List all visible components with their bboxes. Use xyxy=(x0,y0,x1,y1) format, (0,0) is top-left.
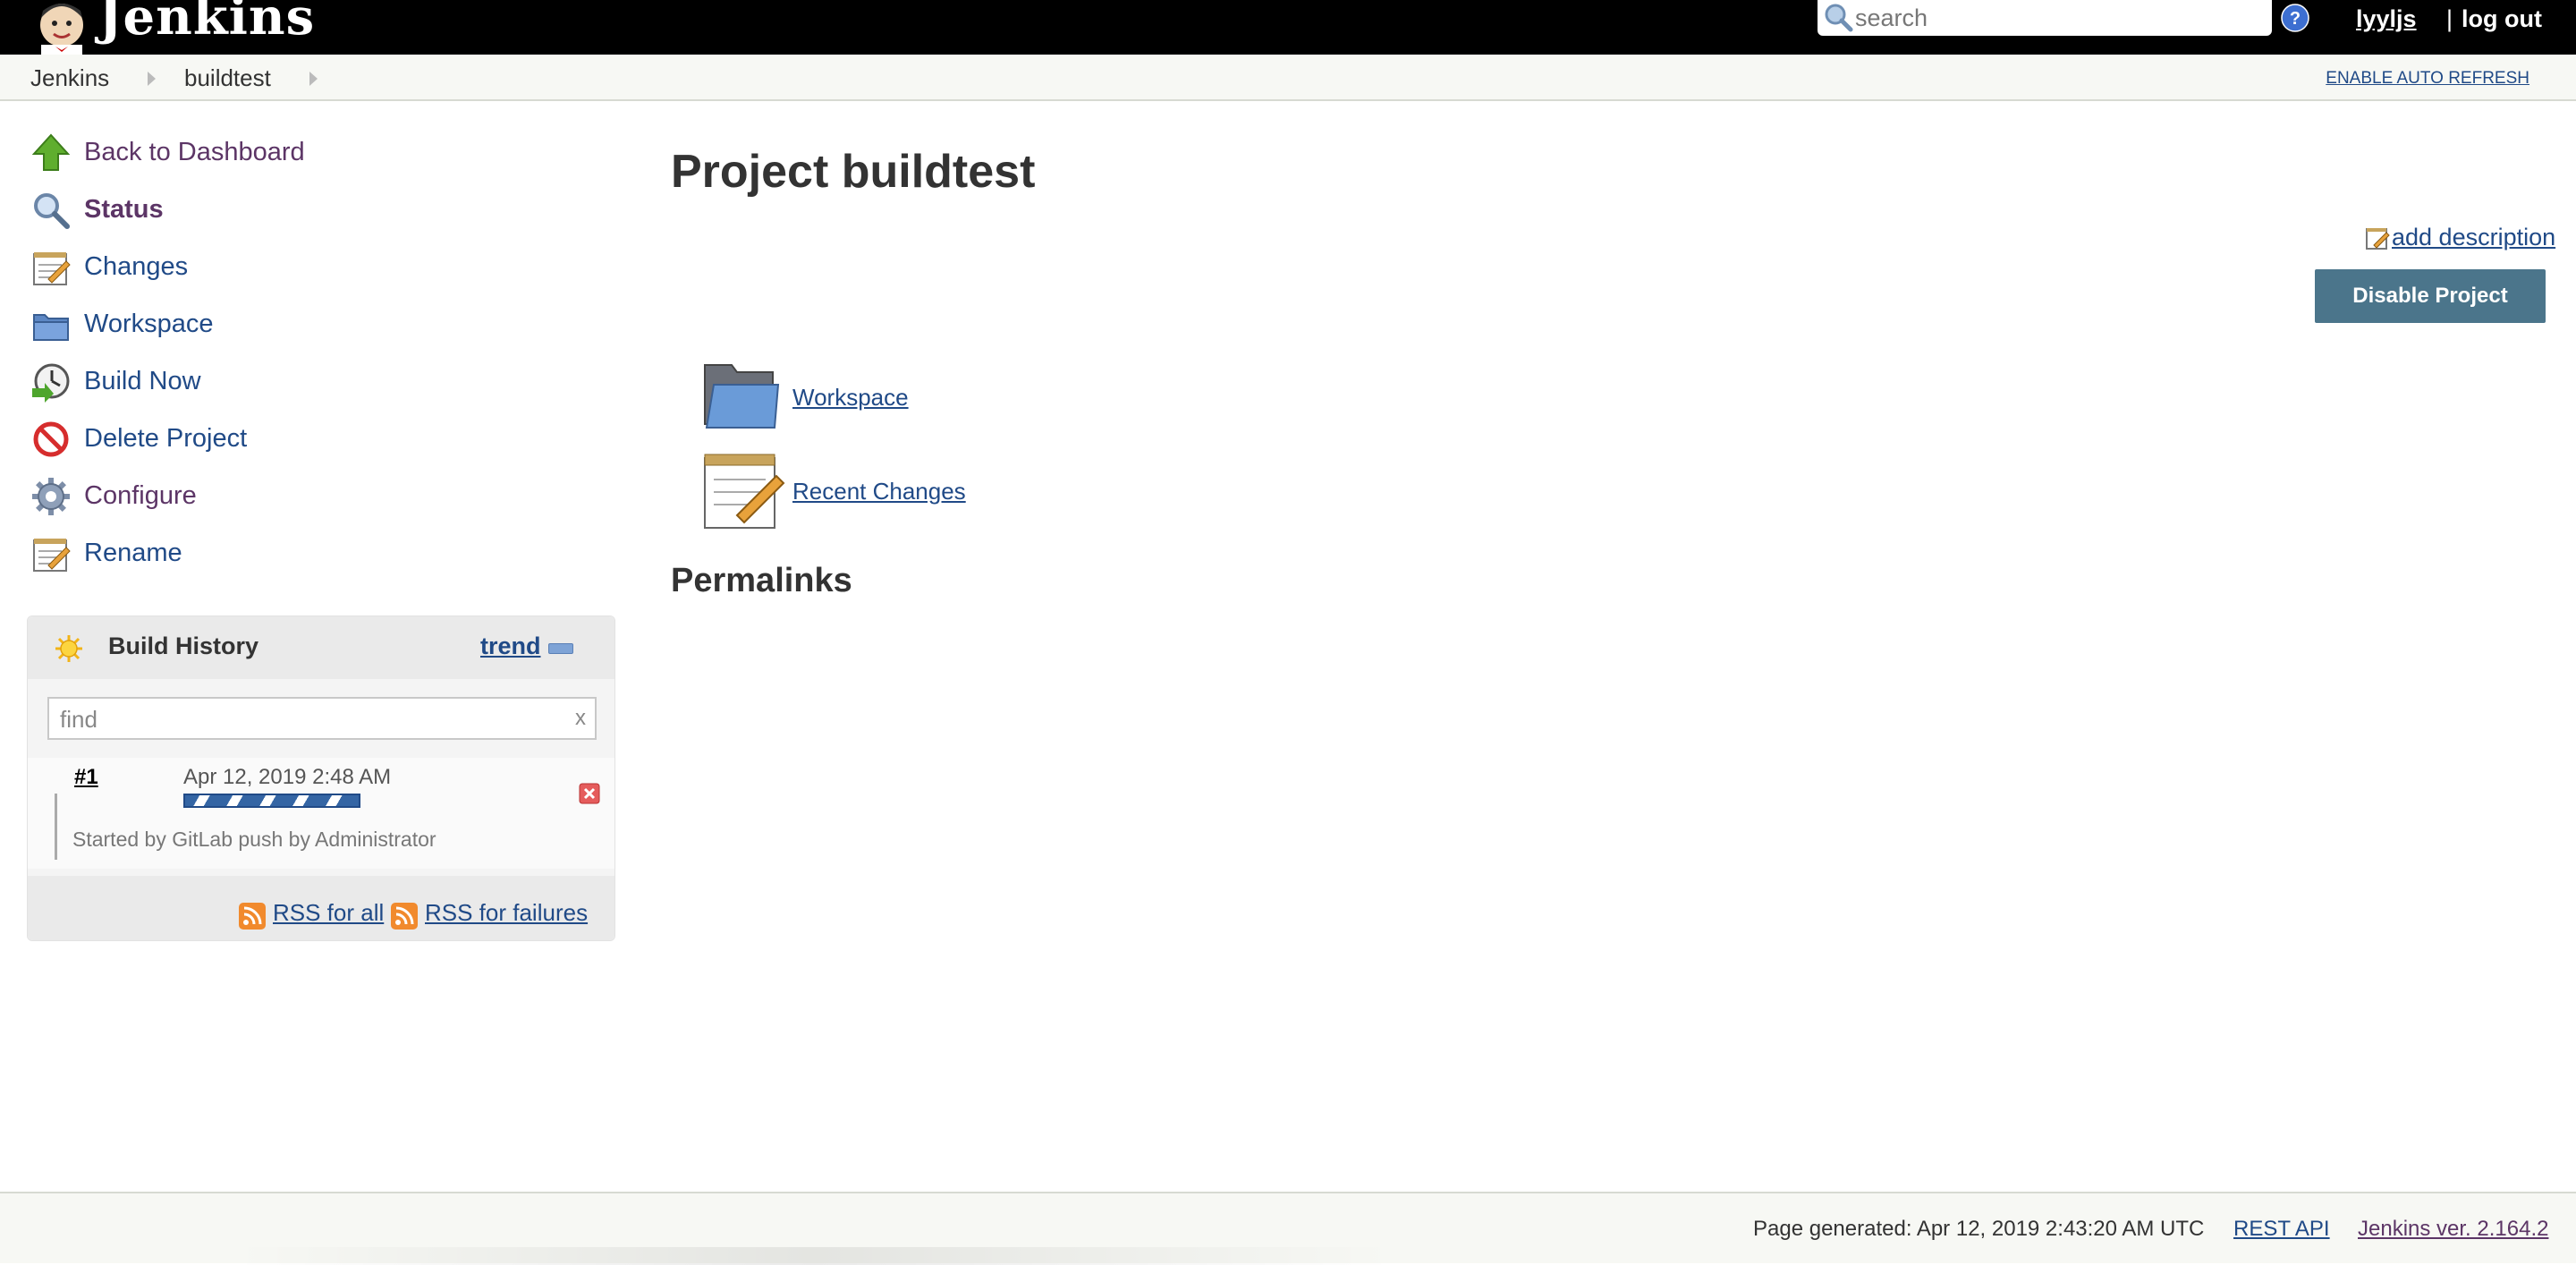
build-history-title: Build History xyxy=(108,632,259,659)
task-workspace[interactable]: Workspace xyxy=(30,304,585,344)
build-date-link[interactable]: Apr 12, 2019 2:48 AM xyxy=(183,765,391,790)
page-footer: Page generated: Apr 12, 2019 2:43:20 AM … xyxy=(0,1192,2576,1265)
build-history-widget: Build History trend x #1 Apr 12, 2019 2:… xyxy=(27,616,615,941)
cancel-build-icon[interactable] xyxy=(579,783,600,804)
rss-icon[interactable] xyxy=(239,903,266,930)
build-filter-input[interactable] xyxy=(58,704,563,734)
build-number-link[interactable]: #1 xyxy=(74,765,98,790)
search-box xyxy=(1818,0,2272,36)
jenkins-butler-icon xyxy=(40,4,83,55)
notepad-icon[interactable] xyxy=(701,449,787,531)
rss-all-link[interactable]: RSS for all xyxy=(273,899,384,927)
task-label[interactable]: Changes xyxy=(84,252,188,282)
breadcrumb-item-buildtest[interactable]: buildtest xyxy=(184,64,271,92)
clear-filter-button[interactable]: x xyxy=(575,706,586,731)
svg-text:?: ? xyxy=(2290,9,2301,29)
build-cause: Started by GitLab push by Administrator xyxy=(72,828,436,851)
recent-changes-link[interactable]: Recent Changes xyxy=(792,478,966,505)
rss-failures-link[interactable]: RSS for failures xyxy=(425,899,588,927)
logout-separator: | xyxy=(2446,5,2453,32)
breadcrumb-item-jenkins[interactable]: Jenkins xyxy=(30,64,109,92)
task-back-to-dashboard[interactable]: Back to Dashboard xyxy=(30,132,585,172)
add-description-link[interactable]: add description xyxy=(2392,224,2555,251)
task-build-now[interactable]: Build Now xyxy=(30,361,585,403)
rss-icon[interactable] xyxy=(391,903,418,930)
notepad-icon xyxy=(33,539,71,572)
jenkins-logo[interactable] xyxy=(30,0,93,55)
up-arrow-icon xyxy=(31,133,71,171)
build-filter-box: x xyxy=(47,697,597,740)
task-label[interactable]: Delete Project xyxy=(84,424,247,454)
sun-icon xyxy=(55,635,82,662)
search-icon xyxy=(1825,4,1853,32)
breadcrumb-arrow-icon[interactable] xyxy=(148,72,156,86)
edit-description-icon[interactable] xyxy=(2365,225,2390,250)
logo-title[interactable]: Jenkins xyxy=(98,0,315,47)
task-label[interactable]: Build Now xyxy=(84,367,201,396)
trend-link[interactable]: trend xyxy=(480,632,541,660)
user-link[interactable]: lyyljs xyxy=(2356,5,2417,33)
task-label[interactable]: Status xyxy=(84,195,164,225)
notepad-icon xyxy=(33,252,71,285)
jenkins-version-link[interactable]: Jenkins ver. 2.164.2 xyxy=(2358,1217,2548,1242)
folder-icon[interactable] xyxy=(701,360,782,431)
task-label[interactable]: Configure xyxy=(84,481,197,511)
task-configure[interactable]: Configure xyxy=(30,476,585,515)
clock-icon xyxy=(32,363,70,403)
build-row-connector xyxy=(55,794,57,860)
workspace-link[interactable]: Workspace xyxy=(792,384,909,412)
search-input[interactable] xyxy=(1853,2,2259,34)
task-rename[interactable]: Rename xyxy=(30,533,585,573)
rest-api-link[interactable]: REST API xyxy=(2233,1217,2330,1242)
folder-icon xyxy=(33,314,69,341)
enable-auto-refresh-link[interactable]: ENABLE AUTO REFRESH xyxy=(2326,69,2529,89)
page-header: Jenkins ? lyyljs | log out xyxy=(0,0,2576,55)
footer-shadow xyxy=(233,1247,1395,1265)
task-delete-project[interactable]: Delete Project xyxy=(30,419,585,458)
build-row: #1 Apr 12, 2019 2:48 AM Started by GitLa… xyxy=(28,758,614,869)
task-label[interactable]: Rename xyxy=(84,539,182,568)
logout-link[interactable]: log out xyxy=(2462,5,2542,33)
page-generated-text: Page generated: Apr 12, 2019 2:43:20 AM … xyxy=(1753,1217,2205,1241)
help-icon[interactable]: ? xyxy=(2281,4,2309,32)
task-label[interactable]: Back to Dashboard xyxy=(84,138,305,167)
disable-project-button[interactable]: Disable Project xyxy=(2315,269,2546,323)
gear-icon xyxy=(32,478,70,515)
no-entry-icon xyxy=(33,421,69,457)
collapse-icon[interactable] xyxy=(548,643,573,654)
build-history-footer: RSS for all RSS for failures xyxy=(28,876,614,940)
build-history-header: Build History trend xyxy=(28,616,614,679)
permalinks-heading: Permalinks xyxy=(671,562,852,599)
task-status[interactable]: Status xyxy=(30,190,585,229)
breadcrumb-arrow-icon[interactable] xyxy=(309,72,318,86)
task-label[interactable]: Workspace xyxy=(84,310,214,339)
build-progress-bar[interactable] xyxy=(183,794,360,808)
magnifier-icon xyxy=(34,193,70,229)
breadcrumb: Jenkins buildtest ENABLE AUTO REFRESH xyxy=(0,55,2576,101)
page-title: Project buildtest xyxy=(671,146,1036,198)
task-changes[interactable]: Changes xyxy=(30,247,585,286)
